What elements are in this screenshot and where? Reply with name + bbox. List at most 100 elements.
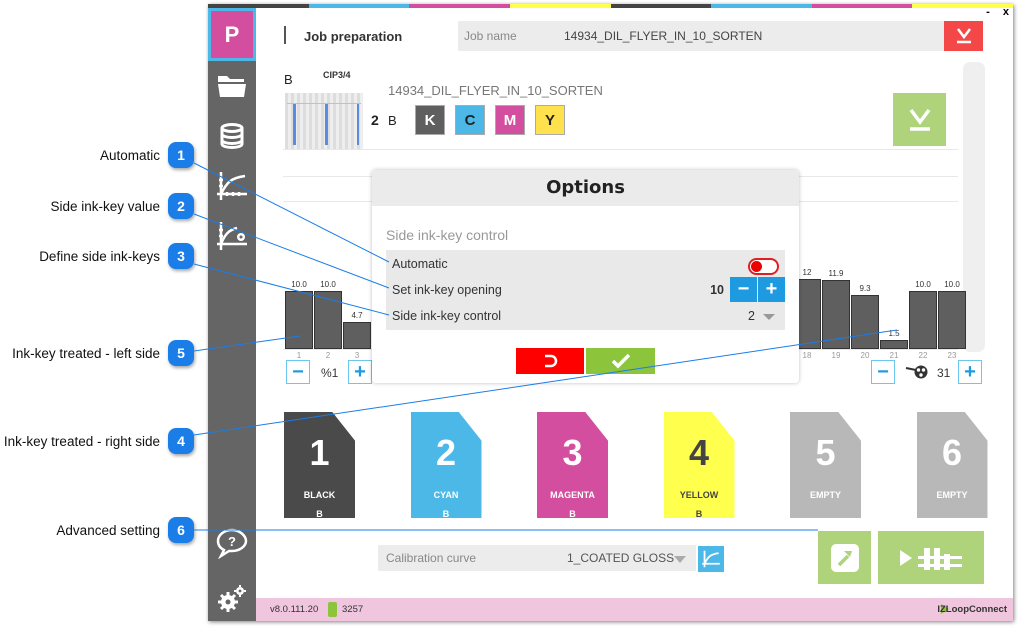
job-name-display: 14934_DIL_FLYER_IN_10_SORTEN [388,83,603,98]
unit-number: 5 [815,432,836,473]
printing-unit-card[interactable]: 4 YELLOW B [663,412,735,519]
calibration-label: Calibration curve [386,551,477,565]
ink-key-bar[interactable] [314,291,342,349]
bar-value-label: 9.3 [859,284,871,293]
unit-side: B [695,509,703,519]
gridline [283,149,958,150]
job-name-field[interactable]: Job name 14934_DIL_FLYER_IN_10_SORTEN [458,21,983,51]
chevron-down-icon[interactable] [763,314,775,320]
bar-value-label: 4.7 [351,311,363,320]
sidebar-item-database[interactable] [208,111,256,161]
curve-settings-icon [217,222,247,250]
bar-value-label: 1.5 [888,329,900,338]
database-icon [220,123,244,149]
left-increase-button[interactable]: + [348,360,372,384]
callout-badge: 4 [168,428,194,454]
unit-color: EMPTY [809,490,841,500]
sidebar-item-jobs[interactable] [208,61,256,111]
plate-side: B [388,113,397,128]
printing-unit-card[interactable]: 2 CYAN B [410,412,482,519]
callout-automatic: Automatic 1 [100,142,194,168]
unit-number: 4 [688,432,710,473]
printing-unit-card[interactable]: 3 MAGENTA B [537,412,608,518]
connection-label[interactable]: IZLoopConnect [937,604,1007,615]
curve-icon [217,172,247,200]
ink-chip-m[interactable]: M [495,105,525,135]
cip-label: CIP3/4 [323,70,351,80]
download-icon [956,28,971,44]
unit-number: 3 [562,432,583,473]
job-thumbnail[interactable] [285,93,363,149]
unit-side: B [442,509,450,519]
callout-label: Define side ink-keys [39,248,160,264]
ink-key-bar[interactable] [880,340,908,349]
app-logo[interactable]: P [208,8,256,61]
callout-ink-key-left: Ink-key treated - left side 5 [12,340,194,366]
ink-chip-k[interactable]: K [415,105,445,135]
side-ink-key-settings: Automatic Set ink-key opening 10 − + Sid… [386,250,785,330]
calibration-curve-button[interactable] [698,546,724,572]
bar-value-label: 10.0 [320,280,336,289]
sidebar-item-calibration-settings[interactable] [208,211,256,261]
job-name-label: Job name [464,29,517,43]
usb-icon [328,602,337,617]
control-value[interactable]: 2 [748,309,755,323]
opening-decrease-button[interactable]: − [730,277,757,302]
opening-value: 10 [710,283,724,297]
plate-count: 2 [371,112,379,128]
calibration-value: 1_COATED GLOSS [567,551,675,565]
ink-key-number: 3 [354,351,360,360]
confirm-button[interactable] [586,348,655,374]
undo-icon [545,354,558,368]
cancel-button[interactable] [516,348,584,374]
callout-label: Ink-key treated - left side [12,345,160,361]
left-decrease-button[interactable]: − [286,360,310,384]
sidebar-item-settings[interactable] [208,573,256,621]
load-job-button[interactable] [893,93,946,146]
dialog-section-title: Side ink-key control [386,227,509,243]
job-side: B [284,72,293,87]
callout-label: Automatic [99,147,160,163]
unit-color: MAGENTA [550,490,595,500]
checkmark-icon [611,353,630,369]
callout-badge: 1 [168,142,194,168]
bar-value-label: 11.9 [828,269,844,278]
page-title: Job preparation [304,29,403,44]
right-increase-button[interactable]: + [958,360,982,384]
unit-color: CYAN [433,490,459,500]
callout-advanced-setting: Advanced setting 6 [56,517,194,543]
advanced-setting-button[interactable] [818,531,871,584]
sidebar-item-calibration[interactable] [208,161,256,211]
ink-chip-y[interactable]: Y [535,105,565,135]
bar-value-label: 10.0 [915,280,931,289]
opening-increase-button[interactable]: + [758,277,785,302]
ink-key-bar[interactable] [851,295,879,349]
ink-key-bar[interactable] [909,291,937,349]
printing-unit-card[interactable]: 1 BLACK B [284,412,355,518]
unit-number: 6 [941,432,963,473]
ink-chip-c[interactable]: C [455,105,485,135]
calibration-curve-select[interactable]: Calibration curve 1_COATED GLOSS [378,545,696,571]
automatic-toggle[interactable] [748,258,779,275]
ink-key-number: 22 [918,351,928,360]
callout-badge: 5 [168,340,194,366]
printing-unit-card[interactable]: 6 EMPTY [916,412,988,518]
svg-text:?: ? [228,534,236,549]
right-decrease-button[interactable]: − [871,360,895,384]
toggle-knob [751,261,762,272]
sidebar-item-help[interactable]: ? [208,518,256,568]
ink-key-bar[interactable] [285,291,313,349]
ink-key-bar[interactable] [938,291,966,349]
ink-key-number: 20 [860,351,870,360]
unit-number: 2 [435,432,457,473]
ink-key-bar[interactable] [343,322,371,349]
scrollbar[interactable] [963,62,985,352]
version-label: v8.0.111.20 [270,604,319,615]
ink-fountain-icon [905,365,928,379]
start-job-button[interactable] [878,531,984,584]
printing-unit-card[interactable]: 5 EMPTY [790,412,861,518]
job-select-button[interactable] [944,21,983,51]
callout-badge: 2 [168,193,194,219]
ink-key-bar[interactable] [822,280,850,349]
callout-badge: 3 [168,243,194,269]
